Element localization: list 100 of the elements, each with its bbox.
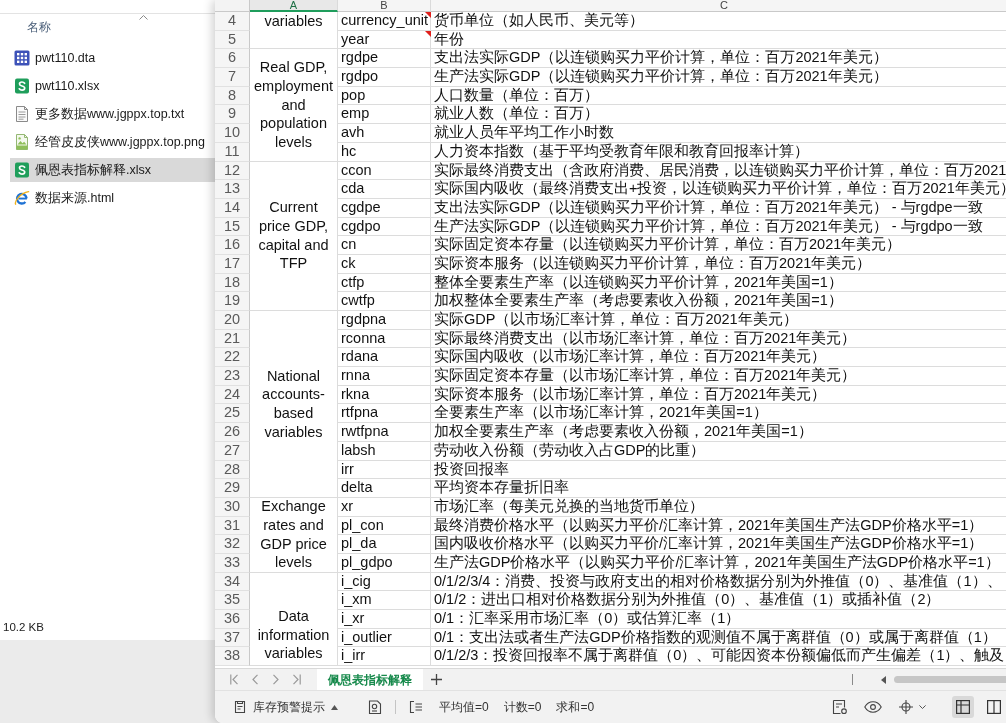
table-cell: 市场汇率（每美元兑换的当地货币单位） (431, 497, 1006, 517)
table-cell: rkna (338, 385, 431, 405)
scrollbar-thumb[interactable] (894, 676, 1006, 683)
table-cell: 实际最终消费支出（以市场汇率计算，单位：百万2021年美元） (431, 329, 1006, 349)
sheet-tab[interactable]: 佩恩表指标解释 (317, 669, 423, 690)
row-header[interactable]: 36 (215, 610, 250, 629)
status-text: 10.2 KB (3, 620, 44, 634)
row-header[interactable]: 13 (215, 180, 250, 199)
table-cell: ctfp (338, 273, 431, 293)
table-cell: xr (338, 497, 431, 517)
table-cell: 实际固定资本存量（以连锁购买力平价计算，单位：百万2021年美元） (431, 236, 1006, 255)
table-cell: i_outlier (338, 628, 431, 648)
table-cell: i_xm (338, 591, 431, 610)
column-header[interactable]: A (250, 0, 338, 12)
table-cell: rdana (338, 348, 431, 368)
row-header[interactable]: 29 (215, 479, 250, 498)
table-cell: 生产法实际GDP（以连锁购买力平价计算，单位：百万2021年美元） (431, 68, 1006, 87)
table-cell: 就业人员年平均工作小时数 (431, 124, 1006, 143)
table-cell: 支出法实际GDP（以连锁购买力平价计算，单位：百万2021年美元） (431, 49, 1006, 69)
eye-icon[interactable] (864, 701, 882, 713)
row-header[interactable]: 20 (215, 311, 250, 330)
column-header[interactable]: C (431, 0, 1006, 12)
table-cell: rgdpe (338, 49, 431, 69)
spreadsheet-file-icon (14, 78, 30, 94)
file-item[interactable]: 佩恩表指标解释.xlsx (10, 158, 215, 182)
table-cell: 实际固定资本存量（以市场汇率计算，单位：百万2021年美元） (431, 367, 1006, 386)
status-text: 平均值=0 (439, 699, 489, 716)
table-cell: 国内吸收价格水平（以购买力平价/汇率计算，2021年美国生产法GDP价格水平=1） (431, 535, 1006, 554)
table-cell: cn (338, 236, 431, 255)
table-cell: 加权全要素生产率（考虑要素收入份额，2021年美国=1） (431, 423, 1006, 442)
grid-tile-icon (14, 50, 30, 66)
notice-button[interactable]: 库存预警提示 (233, 696, 338, 718)
table-cell: 实际国内吸收（最终消费支出+投资，以连锁购买力平价计算，单位：百万2021年美元） (431, 180, 1006, 199)
table-cell: 就业人数（单位：百万） (431, 105, 1006, 125)
table-cell: pl_gdpo (338, 553, 431, 573)
crosshair-icon[interactable] (899, 700, 913, 714)
table-cell: rgdpo (338, 68, 431, 87)
table-cell: avh (338, 124, 431, 143)
table-cell: 年份 (431, 30, 1006, 50)
clipboard-icon (233, 700, 247, 714)
row-header[interactable]: 32 (215, 535, 250, 554)
row-header[interactable]: 22 (215, 348, 250, 368)
table-cell: cda (338, 180, 431, 199)
document-stamp-icon[interactable] (368, 700, 382, 714)
row-header[interactable]: 35 (215, 591, 250, 610)
table-cell: cgdpo (338, 217, 431, 237)
table-cell: 实际最终消费支出（含政府消费、居民消费，以连锁购买力平价计算，单位：百万2021 (431, 161, 1006, 181)
table-cell: 0/1/2/3/4：消费、投资与政府支出的相对价格数据分别为外推值（0）、基准值（1）、 (431, 572, 1006, 592)
row-header[interactable]: 10 (215, 124, 250, 143)
row-header[interactable]: 23 (215, 367, 250, 386)
columns-icon (987, 700, 1001, 714)
list-icon[interactable] (409, 700, 423, 714)
table-cell: 投资回报率 (431, 460, 1006, 480)
table-cell: i_irr (338, 647, 431, 667)
row-header[interactable]: 7 (215, 68, 250, 87)
row-header[interactable]: 9 (215, 105, 250, 125)
document-gear-icon[interactable] (832, 699, 848, 715)
table-cell: 0/1：支出法或者生产法GDP价格指数的观测值不属于离群值（0）或属于离群值（1） (431, 628, 1006, 648)
table-cell: 人口数量（单位：百万） (431, 86, 1006, 106)
plus-icon[interactable] (431, 674, 442, 685)
row-header[interactable]: 19 (215, 292, 250, 311)
file-item[interactable]: 经管皮皮侠www.jgppx.top.png (10, 130, 215, 154)
table-cell: 0/1：汇率采用市场汇率（0）或估算汇率（1） (431, 610, 1006, 629)
table-cell: 生产法实际GDP（以连锁购买力平价计算，单位：百万2021年美元） - 与rgdpo一致 (431, 217, 1006, 237)
row-header[interactable]: 16 (215, 236, 250, 255)
grid-icon (956, 700, 970, 714)
text-file-icon (14, 106, 30, 122)
table-cell: labsh (338, 441, 431, 461)
row-header[interactable]: 6 (215, 49, 250, 69)
table-cell: pl_da (338, 535, 431, 554)
table-cell: 实际资本服务（以连锁购买力平价计算，单位：百万2021年美元） (431, 254, 1006, 274)
chevron-up-icon[interactable] (139, 15, 148, 20)
file-item[interactable]: pwt110.dta (10, 46, 215, 70)
row-header[interactable]: 26 (215, 423, 250, 442)
normal-view-button[interactable] (952, 696, 974, 718)
table-cell: i_xr (338, 610, 431, 629)
table-cell: 平均资本存量折旧率 (431, 479, 1006, 498)
table-cell: rconna (338, 329, 431, 349)
table-cell: cwtfp (338, 292, 431, 311)
spreadsheet-file-icon (14, 162, 30, 178)
table-cell: pl_con (338, 516, 431, 536)
scroll-left-icon[interactable] (881, 675, 886, 684)
table-cell: delta (338, 479, 431, 498)
table-cell: rgdpna (338, 311, 431, 330)
chevron-down-icon[interactable] (919, 705, 926, 709)
row-header[interactable]: 38 (215, 647, 250, 667)
file-item[interactable]: 更多数据www.jgppx.top.txt (10, 102, 215, 126)
row-header[interactable]: 4 (215, 12, 250, 31)
table-cell: 加权整体全要素生产率（考虑要素收入份额，2021年美国=1） (431, 292, 1006, 311)
caret-up-icon (331, 704, 338, 710)
table-cell: 整体全要素生产率（以连锁购买力平价计算，2021年美国=1） (431, 273, 1006, 293)
row-header[interactable]: 25 (215, 404, 250, 424)
status-text: 求和=0 (556, 699, 595, 716)
file-item[interactable]: 数据来源.html (10, 186, 215, 210)
file-item[interactable]: pwt110.xlsx (10, 74, 215, 98)
table-cell: i_cig (338, 572, 431, 592)
column-header[interactable]: 名称 (27, 20, 51, 34)
column-header[interactable]: B (338, 0, 431, 12)
table-cell: 实际资本服务（以市场汇率计算，单位：百万2021年美元） (431, 385, 1006, 405)
image-file-icon (14, 134, 30, 150)
